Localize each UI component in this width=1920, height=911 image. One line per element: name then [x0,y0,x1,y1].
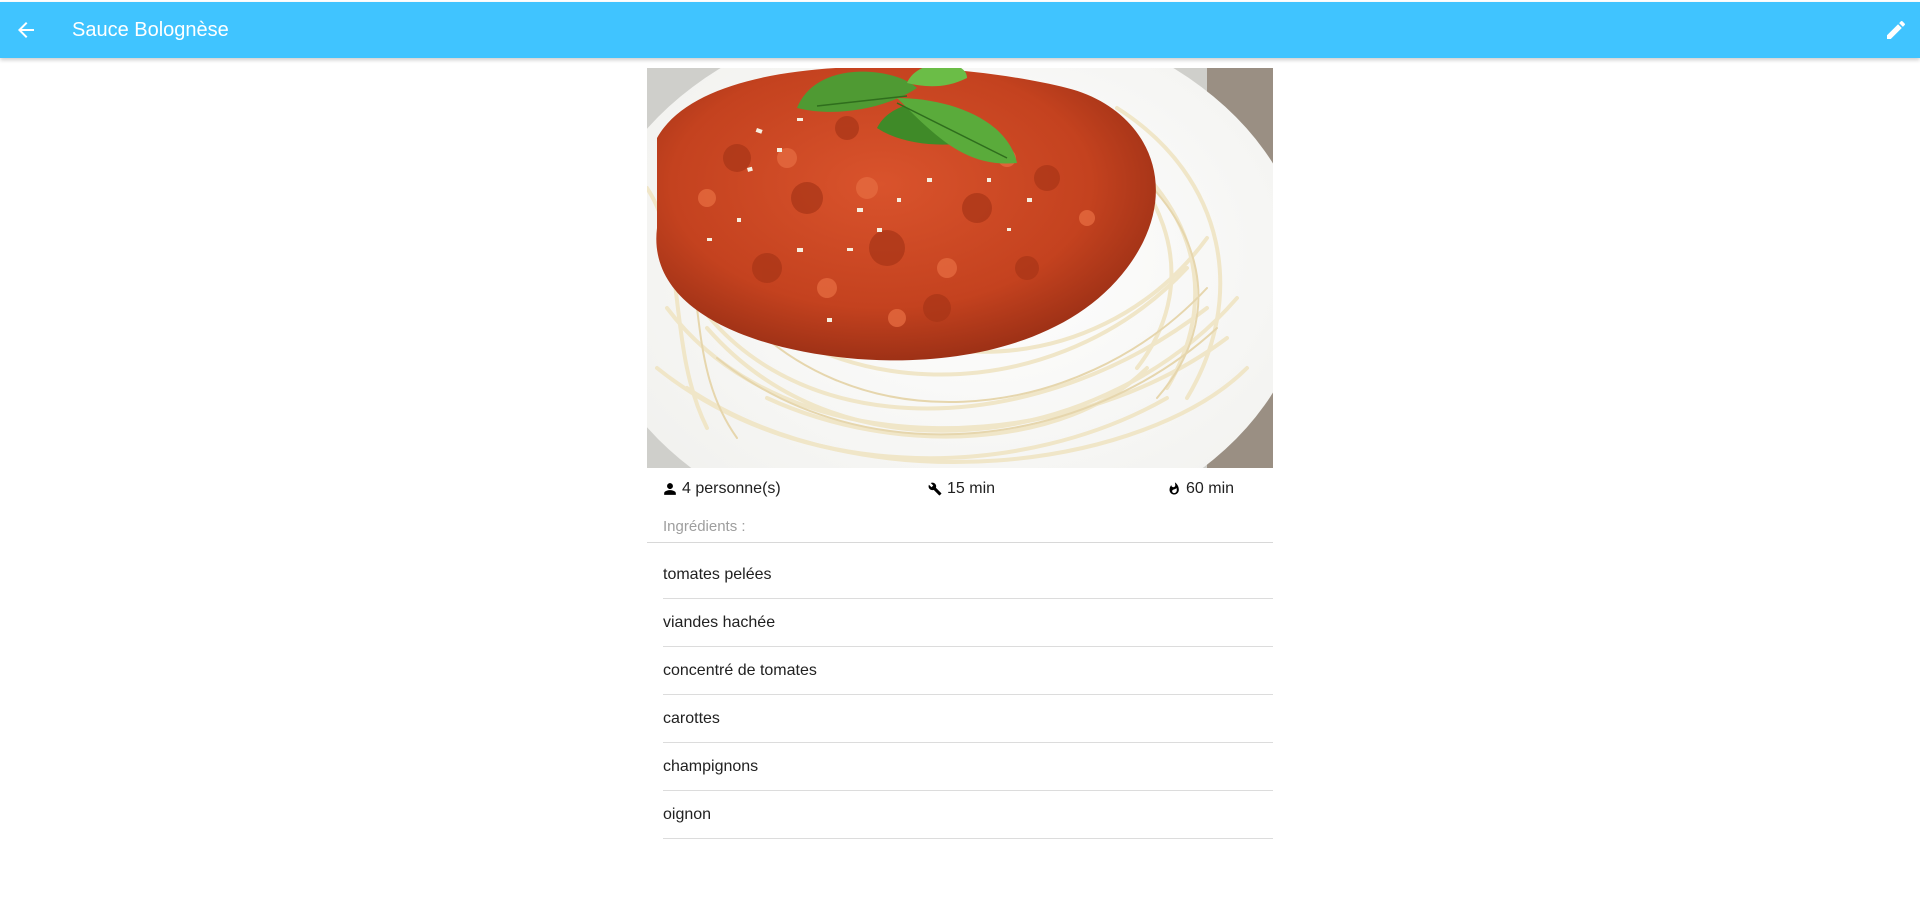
ingredient-item[interactable]: concentré de tomates [663,647,1273,695]
back-arrow-icon[interactable] [14,18,38,42]
person-icon [664,483,676,495]
ingredient-item[interactable]: oignon [663,791,1273,839]
ingredient-list: tomates pelées viandes hachée concentré … [647,543,1273,839]
recipe-photo [647,68,1273,468]
servings: 4 personne(s) [663,480,781,498]
ingredient-item[interactable]: tomates pelées [663,551,1273,599]
recipe-meta: 4 personne(s) 15 min 60 min [647,468,1273,508]
ingredients-heading: Ingrédients : [647,508,1273,543]
app-bar: Sauce Bolognèse [0,2,1920,58]
cook-time-value: 60 min [1186,480,1235,497]
wrench-icon [928,482,942,496]
recipe-detail: 4 personne(s) 15 min 60 min Ingrédients … [647,68,1273,839]
page-title: Sauce Bolognèse [72,19,229,41]
flame-icon [1169,482,1179,495]
ingredient-item[interactable]: champignons [663,743,1273,791]
ingredient-item[interactable]: carottes [663,695,1273,743]
prep-time: 15 min [928,480,995,498]
servings-value: 4 personne(s) [682,480,781,497]
edit-pencil-icon[interactable] [1884,18,1908,42]
ingredient-item[interactable]: viandes hachée [663,599,1273,647]
prep-time-value: 15 min [947,480,996,497]
cook-time: 60 min [1167,480,1234,498]
